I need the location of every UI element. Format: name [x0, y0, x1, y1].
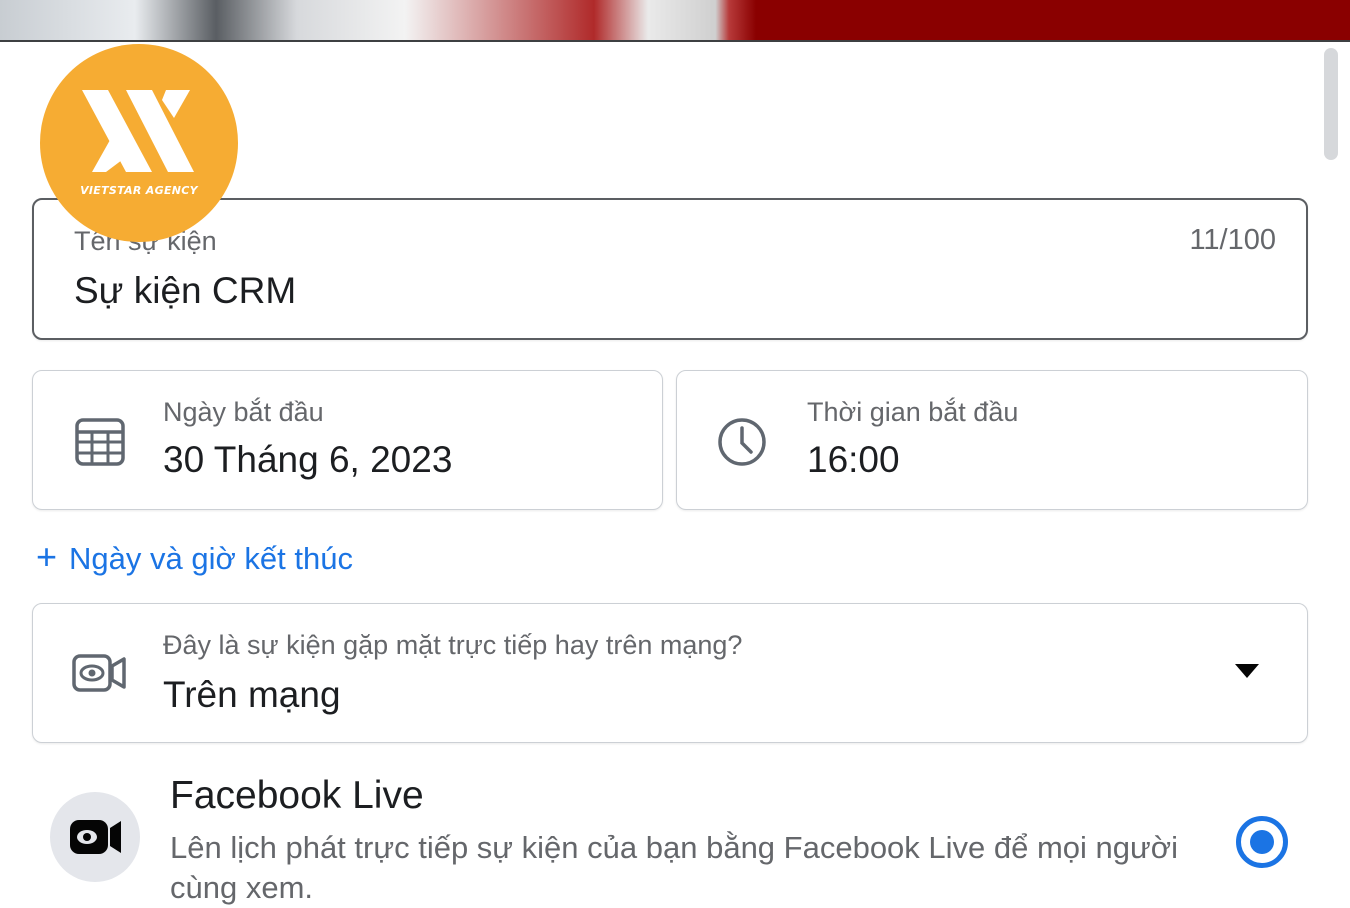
start-date-value[interactable]: 30 Tháng 6, 2023 [163, 439, 452, 481]
video-camera-icon [71, 650, 127, 701]
caret-down-icon [1235, 664, 1259, 678]
logo-text: VIETSTAR AGENCY [80, 184, 198, 197]
start-time-field[interactable]: Thời gian bắt đầu 16:00 [676, 370, 1308, 510]
plus-icon: + [36, 536, 58, 577]
live-video-icon [50, 792, 140, 882]
cover-photo-strip [0, 0, 1350, 42]
location-type-select[interactable]: Đây là sự kiện gặp mặt trực tiếp hay trê… [32, 603, 1308, 743]
event-name-value[interactable]: Sự kiện CRM [74, 270, 296, 312]
facebook-live-title: Facebook Live [170, 774, 424, 817]
start-time-label: Thời gian bắt đầu [807, 397, 1019, 427]
location-type-value: Trên mạng [163, 674, 341, 715]
add-end-date-time-link[interactable]: + Ngày và giờ kết thúc [36, 536, 353, 578]
character-counter: 11/100 [1189, 224, 1276, 256]
start-date-label: Ngày bắt đầu [163, 397, 324, 427]
clock-icon [715, 415, 769, 474]
calendar-icon [73, 415, 127, 474]
facebook-live-description: Lên lịch phát trực tiếp sự kiện của bạn … [170, 830, 1178, 905]
radio-selected-dot [1250, 830, 1274, 854]
logo-mark-icon [82, 90, 194, 172]
scrollbar-track[interactable] [1320, 42, 1350, 900]
vietstar-agency-logo: VIETSTAR AGENCY [40, 44, 238, 242]
facebook-live-radio[interactable] [1236, 816, 1288, 868]
location-type-label: Đây là sự kiện gặp mặt trực tiếp hay trê… [163, 630, 743, 660]
start-date-field[interactable]: Ngày bắt đầu 30 Tháng 6, 2023 [32, 370, 663, 510]
start-time-value[interactable]: 16:00 [807, 439, 900, 481]
add-end-label: Ngày và giờ kết thúc [69, 541, 353, 576]
scrollbar-thumb[interactable] [1324, 48, 1338, 160]
